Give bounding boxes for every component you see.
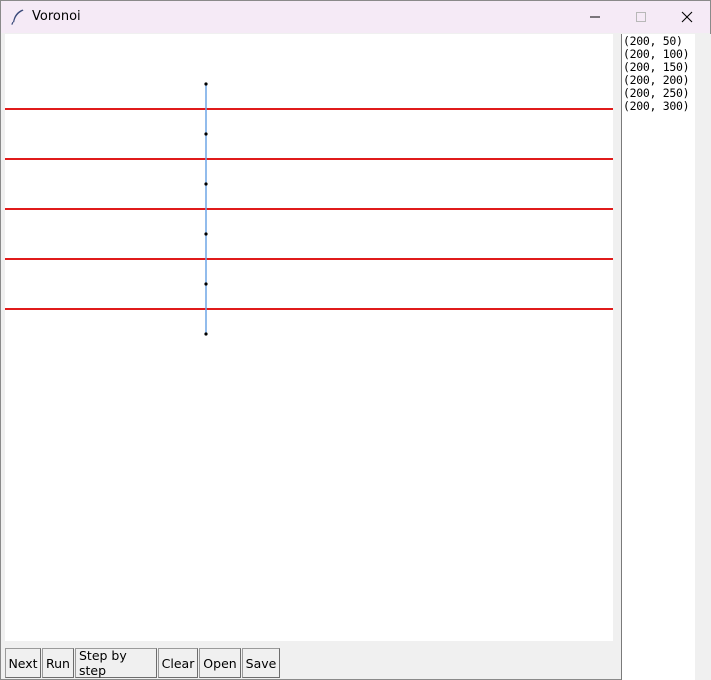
title-bar[interactable]: Voronoi [1, 1, 710, 33]
open-button[interactable]: Open [199, 648, 241, 678]
points-listbox[interactable]: (200, 50) (200, 100) (200, 150) (200, 200)(… [621, 34, 695, 680]
site-point [204, 232, 208, 236]
maximize-button[interactable] [618, 1, 664, 33]
minimize-icon [590, 16, 600, 18]
close-icon [681, 11, 693, 23]
site-point [204, 282, 208, 286]
site-point [204, 132, 208, 136]
window-title: Voronoi [32, 9, 81, 24]
run-button[interactable]: Run [42, 648, 74, 678]
toolbar: Next Run Step by step Clear Open Save [5, 648, 281, 678]
app-window: Voronoi (200, 50) (200, 100) (200, 150) (20… [0, 0, 711, 680]
voronoi-diagram [5, 82, 613, 336]
site-point [204, 332, 208, 336]
site-point [204, 182, 208, 186]
listbox-scroll-gap [695, 34, 711, 680]
point-list-item[interactable]: (200, 300) [623, 100, 695, 113]
feather-icon [11, 9, 24, 25]
minimize-button[interactable] [572, 1, 618, 33]
save-button[interactable]: Save [242, 648, 280, 678]
close-button[interactable] [664, 1, 710, 33]
drawing-canvas[interactable] [5, 34, 613, 641]
next-button[interactable]: Next [5, 648, 41, 678]
site-point [204, 82, 208, 86]
maximize-icon [636, 12, 646, 22]
step-by-step-button[interactable]: Step by step [75, 648, 157, 678]
clear-button[interactable]: Clear [158, 648, 198, 678]
